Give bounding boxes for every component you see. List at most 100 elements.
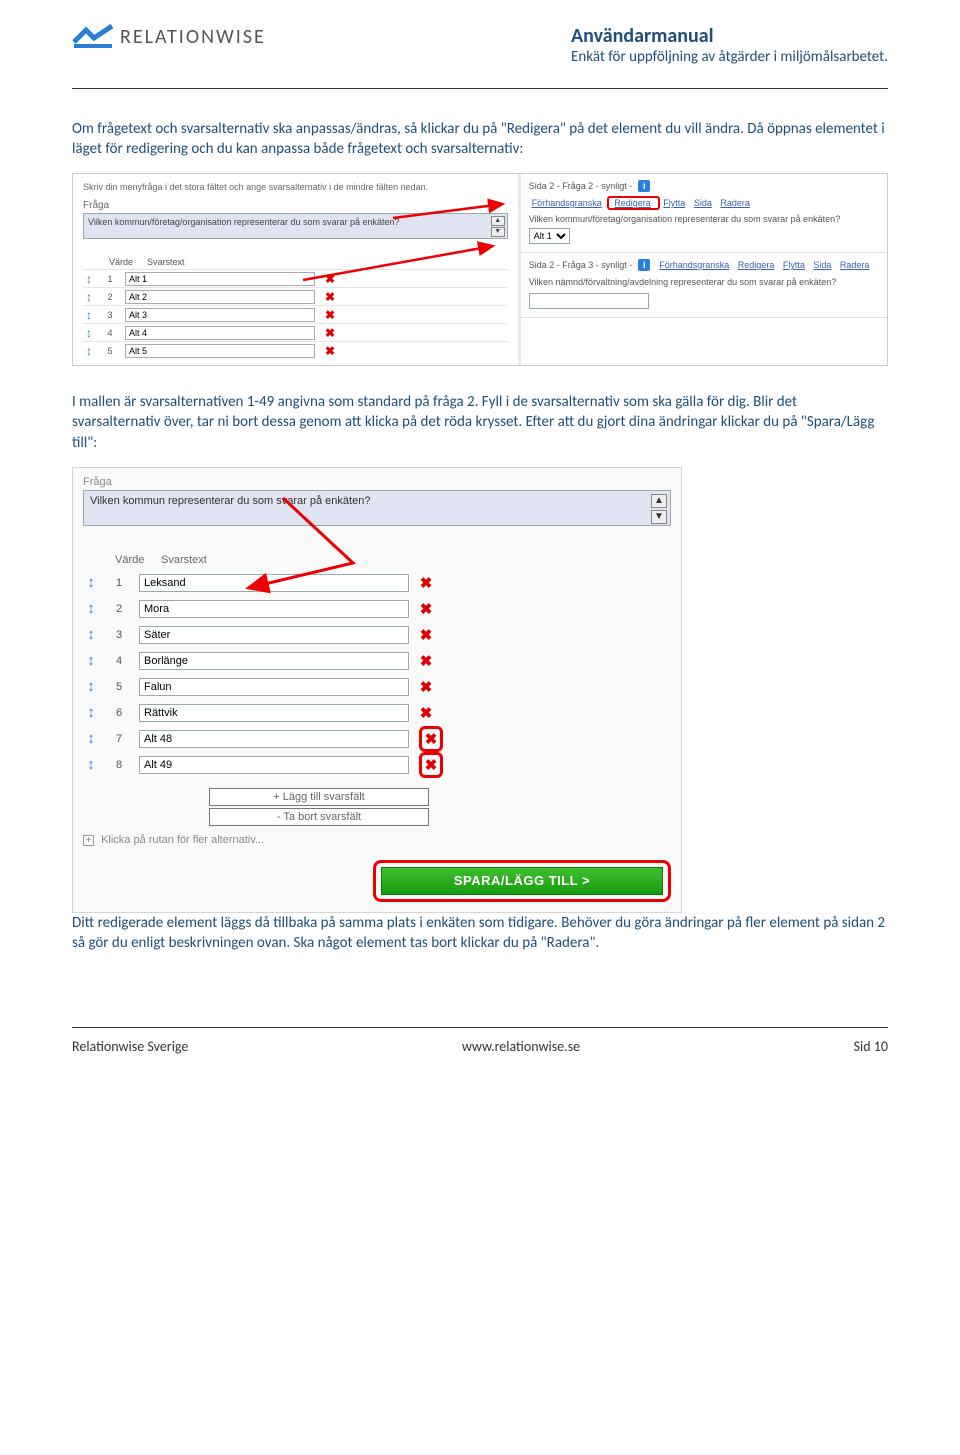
- doc-titles: Användarmanual Enkät för uppföljning av …: [571, 24, 888, 68]
- delete-icon[interactable]: ✖: [323, 326, 337, 340]
- drag-handle-icon[interactable]: ↕: [83, 574, 99, 591]
- block-question: Vilken nämnd/förvaltning/avdelning repre…: [529, 277, 879, 287]
- expand-options[interactable]: + Klicka på rutan för fler alternativ...: [83, 834, 671, 846]
- drag-handle-icon[interactable]: ↕: [83, 308, 95, 322]
- page-footer: Relationwise Sverige www.relationwise.se…: [0, 1027, 960, 1079]
- alt-table-header: Värde Svarstext: [83, 554, 671, 566]
- alt-text-input[interactable]: [125, 290, 315, 304]
- drag-handle-icon[interactable]: ↕: [83, 272, 95, 286]
- alt-value: 1: [109, 577, 129, 589]
- question-label: Fråga: [83, 200, 508, 211]
- screenshot-edit-detail: Fråga Vilken kommun representerar du som…: [72, 467, 682, 913]
- col-svarstext: Svarstext: [147, 257, 185, 267]
- footer-right: Sid 10: [854, 1038, 888, 1055]
- alt-text-input[interactable]: [125, 326, 315, 340]
- question-text: Vilken kommun representerar du som svara…: [90, 495, 370, 507]
- delete-icon[interactable]: ✖: [323, 272, 337, 286]
- arrow-up-icon[interactable]: ▲: [651, 494, 667, 508]
- preview-link[interactable]: Förhandsgranska: [659, 260, 729, 270]
- preview-link[interactable]: Förhandsgranska: [532, 198, 602, 208]
- footer-center: www.relationwise.se: [462, 1038, 580, 1055]
- save-wrap: SPARA/LÄGG TILL >: [83, 860, 671, 902]
- editor-instructions: Skriv din menyfråga i det stora fältet o…: [83, 182, 508, 192]
- drag-handle-icon[interactable]: ↕: [83, 652, 99, 669]
- alt-text-input[interactable]: [139, 600, 409, 618]
- alt-value: 5: [103, 346, 117, 356]
- edit-link[interactable]: Redigera: [738, 260, 775, 270]
- delete-icon[interactable]: ✖: [419, 600, 433, 618]
- delete-icon[interactable]: ✖: [323, 308, 337, 322]
- delete-icon[interactable]: ✖: [323, 344, 337, 358]
- block-header: Sida 2 - Fråga 2 - synligt - i Förhandsg…: [529, 180, 879, 208]
- arrow-up-icon[interactable]: ▲: [491, 216, 505, 226]
- info-icon[interactable]: i: [638, 180, 650, 192]
- alt-row: ↕6✖: [83, 700, 671, 726]
- question-label: Fråga: [83, 476, 671, 488]
- alt-value: 4: [109, 655, 129, 667]
- delete-icon[interactable]: ✖: [419, 574, 433, 592]
- edit-link[interactable]: Redigera: [614, 198, 651, 208]
- drag-handle-icon[interactable]: ↕: [83, 730, 99, 747]
- delete-highlight: ✖: [419, 752, 443, 778]
- move-link[interactable]: Flytta: [663, 198, 685, 208]
- alt-row: ↕7✖: [83, 726, 671, 752]
- alt-text-input[interactable]: [139, 730, 409, 748]
- drag-handle-icon[interactable]: ↕: [83, 600, 99, 617]
- delete-icon[interactable]: ✖: [424, 730, 438, 748]
- col-varde: Värde: [115, 554, 161, 566]
- arrow-down-icon[interactable]: ▼: [491, 227, 505, 237]
- block-links: Förhandsgranska Redigera Flytta Sida Rad…: [656, 260, 872, 270]
- delete-link[interactable]: Radera: [840, 260, 870, 270]
- alt-text-input[interactable]: [125, 344, 315, 358]
- alt-row: ↕4✖: [83, 323, 508, 341]
- delete-icon[interactable]: ✖: [419, 678, 433, 696]
- alt-select: Alt 1: [529, 228, 879, 244]
- drag-handle-icon[interactable]: ↕: [83, 626, 99, 643]
- paragraph-1: Om frågetext och svarsalternativ ska anp…: [72, 119, 888, 160]
- drag-handle-icon[interactable]: ↕: [83, 344, 95, 358]
- drag-handle-icon[interactable]: ↕: [83, 704, 99, 721]
- alt-text-input[interactable]: [139, 756, 409, 774]
- alt-text-input[interactable]: [139, 574, 409, 592]
- delete-link[interactable]: Radera: [720, 198, 750, 208]
- alt-dropdown[interactable]: Alt 1: [529, 228, 570, 244]
- alt-text-input[interactable]: [139, 652, 409, 670]
- move-link[interactable]: Flytta: [783, 260, 805, 270]
- alt-rows: ↕1✖↕2✖↕3✖↕4✖↕5✖: [83, 269, 508, 359]
- drag-handle-icon[interactable]: ↕: [83, 326, 95, 340]
- alt-row: ↕2✖: [83, 596, 671, 622]
- delete-icon[interactable]: ✖: [419, 652, 433, 670]
- page-link[interactable]: Sida: [694, 198, 712, 208]
- drag-handle-icon[interactable]: ↕: [83, 290, 95, 304]
- delete-icon[interactable]: ✖: [419, 626, 433, 644]
- alt-row: ↕ 5 ✖: [83, 341, 508, 359]
- page-link[interactable]: Sida: [813, 260, 831, 270]
- col-varde: Värde: [109, 257, 133, 267]
- save-button[interactable]: SPARA/LÄGG TILL >: [381, 867, 663, 895]
- delete-icon[interactable]: ✖: [424, 756, 438, 774]
- col-svarstext: Svarstext: [161, 554, 207, 566]
- delete-icon[interactable]: ✖: [323, 290, 337, 304]
- expand-label: Klicka på rutan för fler alternativ...: [101, 834, 264, 846]
- arrow-down-icon[interactable]: ▼: [651, 510, 667, 524]
- alt-text-input[interactable]: [139, 626, 409, 644]
- alt-text-input[interactable]: [125, 272, 315, 286]
- paragraph-3: Ditt redigerade element läggs då tillbak…: [72, 913, 888, 954]
- info-icon[interactable]: i: [638, 259, 650, 271]
- drag-handle-icon[interactable]: ↕: [83, 678, 99, 695]
- delete-icon[interactable]: ✖: [419, 704, 433, 722]
- spinner: ▲ ▼: [651, 494, 667, 524]
- question-block-2: Sida 2 - Fråga 2 - synligt - i Förhandsg…: [521, 174, 887, 253]
- question-textarea[interactable]: Vilken kommun/företag/organisation repre…: [83, 213, 508, 239]
- question-block-3: Sida 2 - Fråga 3 - synligt - i Förhandsg…: [521, 253, 887, 318]
- add-field-button[interactable]: + Lägg till svarsfält: [209, 788, 429, 806]
- doc-title: Användarmanual: [571, 24, 888, 48]
- alt-text-input[interactable]: [139, 704, 409, 722]
- brand-text: RELATIONWISE: [120, 25, 266, 49]
- question-textarea[interactable]: Vilken kommun representerar du som svara…: [83, 490, 671, 526]
- alt-text-input[interactable]: [125, 308, 315, 322]
- text-input[interactable]: [529, 293, 649, 309]
- alt-text-input[interactable]: [139, 678, 409, 696]
- remove-field-button[interactable]: - Ta bort svarsfält: [209, 808, 429, 826]
- drag-handle-icon[interactable]: ↕: [83, 756, 99, 773]
